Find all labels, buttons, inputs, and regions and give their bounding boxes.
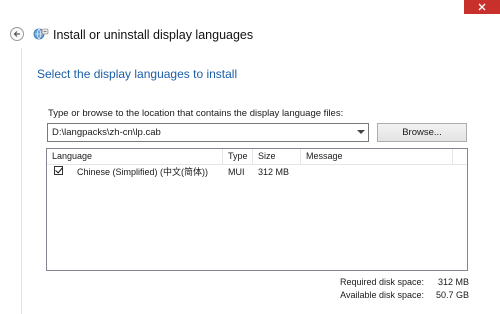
path-input[interactable] (48, 124, 352, 141)
language-type: MUI (228, 167, 245, 177)
column-header-message[interactable]: Message (301, 149, 453, 164)
language-checkbox[interactable] (54, 166, 63, 175)
title-bar (0, 0, 500, 14)
path-combobox[interactable] (47, 123, 369, 142)
required-disk-value: 312 MB (437, 277, 469, 287)
column-header-type[interactable]: Type (223, 149, 253, 164)
panel-divider (21, 48, 22, 314)
language-name: Chinese (Simplified) (中文(简体)) (77, 167, 209, 177)
browse-button[interactable]: Browse... (377, 123, 467, 142)
language-globe-icon (33, 26, 49, 42)
close-icon (478, 3, 486, 11)
list-header: Language Type Size Message (47, 149, 467, 165)
column-header-language[interactable]: Language (47, 149, 223, 164)
column-header-size[interactable]: Size (253, 149, 301, 164)
available-disk-label: Available disk space: (340, 290, 424, 300)
path-label: Type or browse to the location that cont… (48, 108, 344, 119)
required-disk-label: Required disk space: (339, 277, 424, 287)
available-disk-value: 50.7 GB (435, 290, 469, 300)
language-list[interactable]: Language Type Size Message Chinese (Simp… (46, 148, 468, 271)
close-button[interactable] (464, 0, 500, 14)
page-heading: Select the display languages to install (37, 67, 238, 81)
list-item[interactable]: Chinese (Simplified) (中文(简体)) MUI 312 MB (47, 165, 467, 179)
back-button[interactable] (10, 27, 24, 41)
language-size: 312 MB (258, 167, 290, 177)
back-arrow-icon (13, 31, 20, 37)
window-title: Install or uninstall display languages (53, 28, 254, 42)
chevron-down-icon[interactable] (357, 130, 365, 134)
